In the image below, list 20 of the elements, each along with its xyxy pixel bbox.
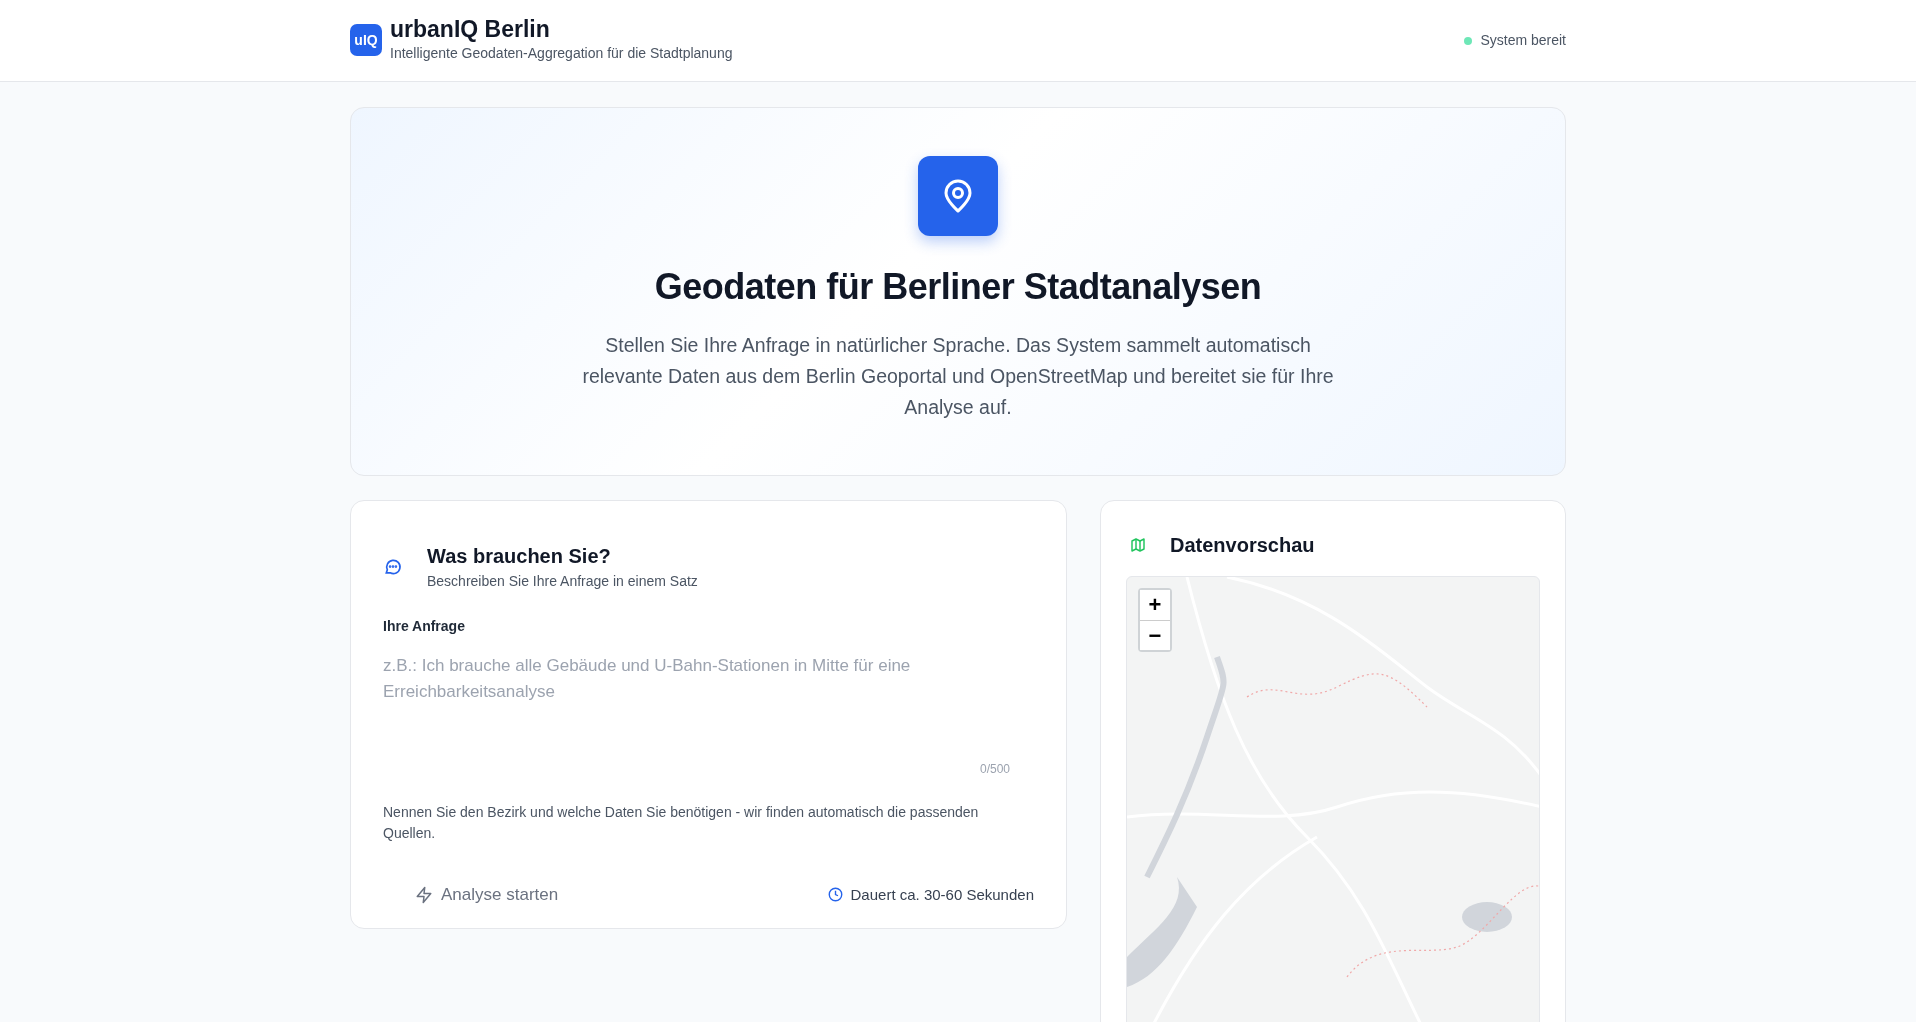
location-pin-icon <box>918 156 998 236</box>
chat-bubble-icon <box>383 556 403 577</box>
hint-text: Nennen Sie den Bezirk und welche Daten Sie benötigen - wir finden automatisch die passenden Quellen. <box>383 803 980 843</box>
zoom-out-button[interactable]: − <box>1140 620 1170 650</box>
field-label: Ihre Anfrage <box>383 617 466 636</box>
app-subtitle: Intelligente Geodaten-Aggregation für die Stadtplanung <box>390 43 733 63</box>
clock-icon <box>827 887 843 903</box>
app-logo: uIQ <box>350 24 382 57</box>
app-title: urbanIQ Berlin <box>390 17 551 43</box>
card-title: Datenvorschau <box>1170 533 1315 558</box>
hero-title: Geodaten für Berliner Stadtanalysen <box>654 265 1262 309</box>
duration-note: Dauert ca. 30-60 Sekunden <box>850 884 1034 905</box>
character-counter: 0/500 <box>979 761 1010 778</box>
hero-description: Stellen Sie Ihre Anfrage in natürlicher Sprache. Das System sammelt automatisch relevante Daten aus dem Berlin Geoportal und OpenStreetMap und bereitet sie für Ihre Analyse auf. <box>581 333 1335 421</box>
card-subtitle: Beschreiben Sie Ihre Anfrage in einem Satz <box>427 572 698 591</box>
status-label: System bereit <box>1480 31 1566 50</box>
map-view[interactable]: + − <box>1126 576 1540 1022</box>
map-icon <box>1130 537 1146 553</box>
card-title: Was brauchen Sie? <box>427 544 612 569</box>
lightning-icon <box>415 885 433 904</box>
